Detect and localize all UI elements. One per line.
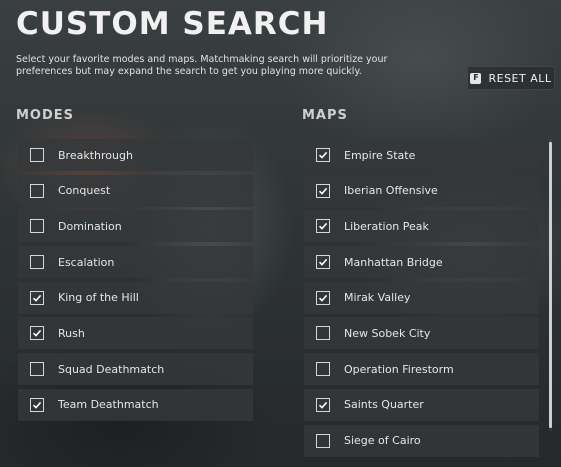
mode-row[interactable]: Squad Deathmatch (18, 353, 253, 386)
modes-heading: MODES (16, 108, 75, 123)
checkbox[interactable] (30, 148, 44, 162)
checkbox[interactable] (316, 326, 330, 341)
map-row[interactable]: Saints Quarter (304, 388, 539, 421)
map-row[interactable]: Iberian Offensive (304, 174, 539, 207)
mode-label: Rush (58, 326, 85, 340)
checkmark-icon (318, 294, 328, 302)
map-row[interactable]: Siege of Cairo (304, 424, 539, 457)
checkbox[interactable] (30, 397, 44, 412)
reset-all-button[interactable]: F RESET ALL (467, 66, 555, 90)
map-row[interactable]: Liberation Peak (304, 210, 539, 243)
map-row[interactable]: Operation Firestorm (304, 353, 539, 386)
checkmark-icon (318, 401, 328, 409)
checkmark-icon (32, 401, 42, 409)
checkbox[interactable] (30, 362, 44, 377)
mode-label: Conquest (58, 184, 111, 198)
map-label: Manhattan Bridge (344, 255, 443, 269)
checkmark-icon (318, 151, 328, 159)
map-label: Operation Firestorm (344, 362, 454, 376)
reset-all-label: RESET ALL (488, 71, 552, 85)
map-label: Empire State (344, 148, 416, 162)
mode-row[interactable]: Conquest (18, 174, 253, 207)
checkmark-icon (318, 223, 328, 231)
checkbox[interactable] (316, 255, 330, 270)
mode-row[interactable]: Breakthrough (18, 139, 253, 171)
map-label: New Sobek City (344, 326, 431, 340)
map-label: Siege of Cairo (344, 434, 421, 447)
checkmark-icon (32, 294, 42, 302)
map-row[interactable]: Mirak Valley (304, 281, 539, 314)
mode-label: Squad Deathmatch (58, 362, 165, 376)
map-row[interactable]: New Sobek City (304, 317, 539, 350)
checkbox[interactable] (30, 183, 44, 198)
map-label: Mirak Valley (344, 291, 411, 305)
map-label: Iberian Offensive (344, 184, 438, 198)
maps-scrollbar[interactable] (549, 139, 552, 431)
f-key-icon: F (470, 72, 482, 84)
mode-row[interactable]: Escalation (18, 246, 253, 279)
map-label: Saints Quarter (344, 398, 424, 412)
mode-label: Breakthrough (58, 148, 133, 162)
mode-row[interactable]: King of the Hill (18, 281, 253, 314)
checkbox[interactable] (316, 290, 330, 305)
mode-label: Team Deathmatch (58, 398, 159, 412)
checkbox[interactable] (30, 326, 44, 341)
scrollbar-thumb[interactable] (549, 142, 552, 428)
checkbox[interactable] (316, 219, 330, 234)
mode-label: Domination (58, 219, 122, 233)
checkbox[interactable] (316, 362, 330, 377)
checkmark-icon (318, 187, 328, 195)
mode-row[interactable]: Team Deathmatch (18, 388, 253, 421)
checkmark-icon (32, 330, 42, 338)
maps-heading: MAPS (302, 108, 348, 123)
page-description: Select your favorite modes and maps. Mat… (16, 54, 388, 77)
mode-row[interactable]: Domination (18, 210, 253, 243)
checkmark-icon (318, 258, 328, 266)
checkbox[interactable] (316, 183, 330, 198)
checkbox[interactable] (316, 397, 330, 412)
map-label: Liberation Peak (344, 219, 429, 233)
mode-label: King of the Hill (58, 291, 139, 305)
checkbox[interactable] (30, 290, 44, 305)
modes-list: Breakthrough Conquest Domination Escalat… (18, 139, 253, 421)
page-title: CUSTOM SEARCH (16, 6, 329, 42)
checkbox[interactable] (30, 255, 44, 270)
checkbox[interactable] (30, 219, 44, 234)
map-row[interactable]: Empire State (304, 139, 539, 171)
maps-list: Empire State Iberian Offensive Liberatio… (304, 139, 539, 457)
map-row[interactable]: Manhattan Bridge (304, 246, 539, 279)
mode-row[interactable]: Rush (18, 317, 253, 350)
checkbox[interactable] (316, 433, 330, 448)
checkbox[interactable] (316, 148, 330, 162)
mode-label: Escalation (58, 255, 115, 269)
